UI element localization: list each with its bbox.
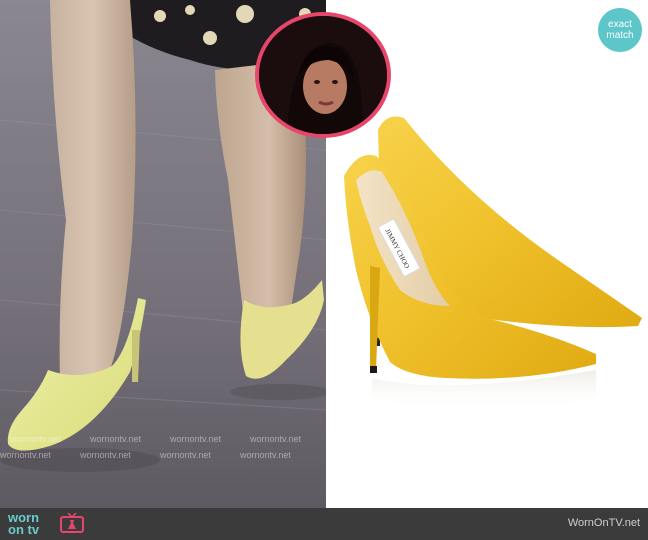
exact-match-badge[interactable]: exact match [598, 8, 642, 52]
character-portrait-inset [255, 12, 391, 138]
badge-line-2: match [606, 30, 634, 41]
footer-bar: worn on tv WornOnTV.net [0, 508, 648, 540]
character-portrait-image [259, 16, 387, 134]
tv-dress-icon [60, 513, 84, 533]
outfit-page: wornontv.net wornontv.net wornontv.net w… [0, 0, 648, 540]
logo-word-bottom: on tv [8, 522, 40, 537]
badge-line-1: exact [608, 19, 632, 30]
site-name: WornOnTV.net [567, 517, 640, 529]
site-logo[interactable]: worn on tv [6, 511, 96, 537]
